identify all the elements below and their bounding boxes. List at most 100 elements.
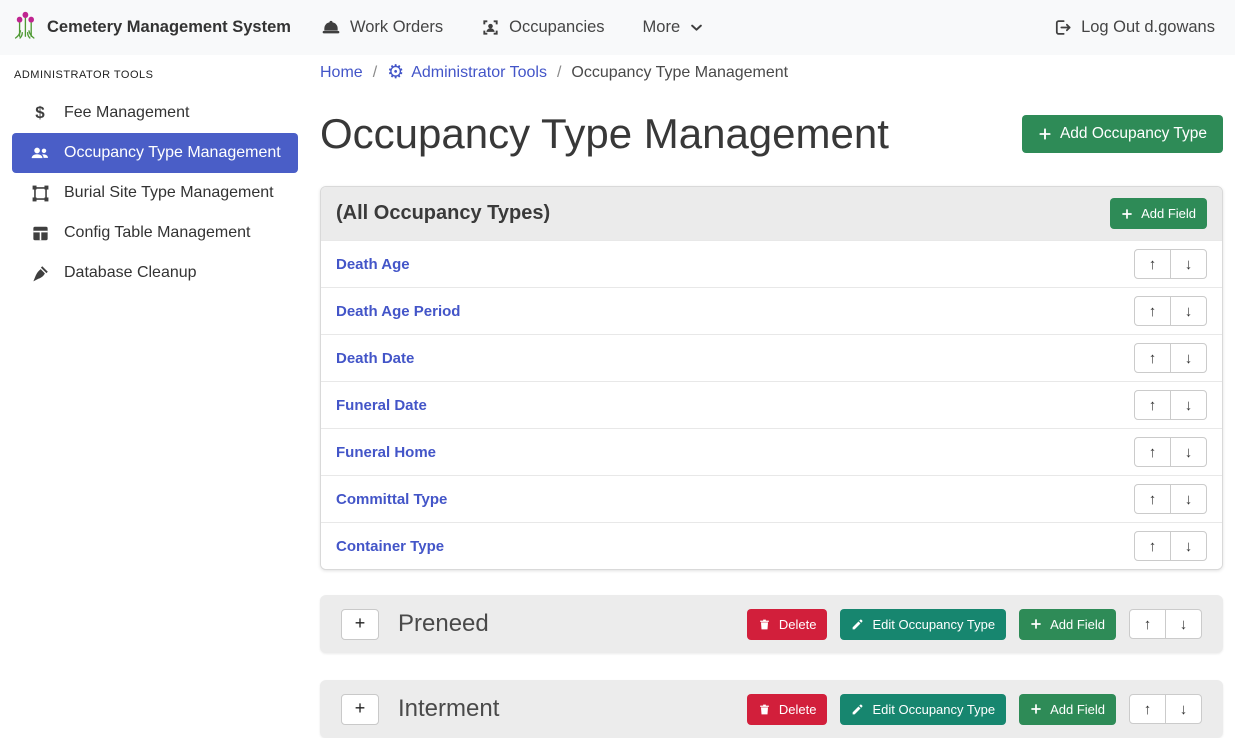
plus-icon [1121,208,1133,220]
field-link-death-age[interactable]: Death Age [336,256,410,273]
add-field-button[interactable]: Add Field [1110,198,1207,229]
plus-icon [1030,703,1042,715]
sidebar-item-fee-management[interactable]: $Fee Management [12,93,298,133]
field-link-committal-type[interactable]: Committal Type [336,491,447,508]
field-row-container-type: Container Type↑↓ [321,522,1222,569]
sidebar-item-occupancy-type-management[interactable]: Occupancy Type Management [12,133,298,173]
reorder-button-group: ↑↓ [1134,531,1207,561]
move-down-button[interactable]: ↓ [1170,249,1207,279]
logout-label: Log Out d.gowans [1081,18,1215,37]
users-icon [29,143,51,163]
tulip-logo-icon [12,11,37,45]
arrow-up-icon: ↑ [1149,303,1157,320]
sidebar: ADMINISTRATOR TOOLS $Fee ManagementOccup… [0,55,310,293]
move-up-button[interactable]: ↑ [1129,694,1166,724]
add-field-label: Add Field [1141,206,1196,221]
reorder-button-group: ↑↓ [1129,609,1202,639]
move-down-button[interactable]: ↓ [1165,609,1202,639]
edit-occupancy-type-button[interactable]: Edit Occupancy Type [840,694,1006,725]
section-header-interment: +IntermentDeleteEdit Occupancy TypeAdd F… [320,680,1223,738]
field-row-funeral-date: Funeral Date ↑↓ [321,381,1222,428]
main-content: Home/⚙Administrator Tools/Occupancy Type… [310,55,1235,738]
move-up-button[interactable]: ↑ [1134,484,1171,514]
breadcrumb-link-home[interactable]: Home [320,64,363,82]
add-field-button-label: Add Field [1050,617,1105,632]
move-down-button[interactable]: ↓ [1170,390,1207,420]
top-navbar: Cemetery Management System Work Orders Oc… [0,0,1235,55]
nav-item-work-orders[interactable]: Work Orders [321,18,443,38]
section-header-preneed: +PreneedDeleteEdit Occupancy TypeAdd Fie… [320,595,1223,653]
arrow-down-icon: ↓ [1185,303,1193,320]
delete-button[interactable]: Delete [747,694,828,725]
add-field-button-label: Add Field [1050,702,1105,717]
arrow-up-icon: ↑ [1149,256,1157,273]
edit-occupancy-type-button-label: Edit Occupancy Type [872,702,995,717]
arrow-up-icon: ↑ [1149,444,1157,461]
move-up-button[interactable]: ↑ [1134,296,1171,326]
breadcrumb-label: Home [320,64,363,82]
all-occupancy-types-header: (All Occupancy Types) Add Field [321,187,1222,240]
edit-occupancy-type-button[interactable]: Edit Occupancy Type [840,609,1006,640]
plus-icon [1038,127,1052,141]
move-up-button[interactable]: ↑ [1134,390,1171,420]
arrow-down-icon: ↓ [1185,444,1193,461]
field-link-funeral-date[interactable]: Funeral Date [336,397,427,414]
add-field-button[interactable]: Add Field [1019,609,1116,640]
logout-icon [1053,18,1072,37]
move-down-button[interactable]: ↓ [1170,343,1207,373]
move-down-button[interactable]: ↓ [1170,484,1207,514]
sidebar-item-label: Fee Management [64,104,189,122]
breadcrumb: Home/⚙Administrator Tools/Occupancy Type… [320,63,1223,82]
delete-button[interactable]: Delete [747,609,828,640]
move-up-button[interactable]: ↑ [1134,249,1171,279]
field-link-funeral-home[interactable]: Funeral Home [336,444,436,461]
section-actions: DeleteEdit Occupancy TypeAdd Field↑↓ [747,609,1202,640]
sidebar-item-label: Burial Site Type Management [64,184,274,202]
nav-item-label: More [643,18,681,37]
sidebar-item-config-table-management[interactable]: Config Table Management [12,213,298,253]
expand-button[interactable]: + [341,694,379,725]
card-title: (All Occupancy Types) [336,202,550,225]
gear-icon: ⚙ [387,63,404,82]
add-occupancy-type-button[interactable]: Add Occupancy Type [1022,115,1223,153]
arrow-down-icon: ↓ [1180,616,1188,633]
frame-icon [29,184,51,203]
move-down-button[interactable]: ↓ [1170,437,1207,467]
arrow-down-icon: ↓ [1185,350,1193,367]
field-link-death-age-period[interactable]: Death Age Period [336,303,460,320]
add-field-button[interactable]: Add Field [1019,694,1116,725]
breadcrumb-link-administrator-tools[interactable]: ⚙Administrator Tools [387,63,547,82]
nav-item-occupancies[interactable]: Occupancies [481,18,604,38]
field-link-death-date[interactable]: Death Date [336,350,414,367]
expand-button[interactable]: + [341,609,379,640]
sidebar-item-database-cleanup[interactable]: Database Cleanup [12,253,298,293]
nav-item-more[interactable]: More [643,18,705,38]
arrow-up-icon: ↑ [1149,350,1157,367]
arrow-down-icon: ↓ [1185,256,1193,273]
move-down-button[interactable]: ↓ [1170,296,1207,326]
field-row-funeral-home: Funeral Home↑↓ [321,428,1222,475]
pencil-icon [851,618,864,631]
sidebar-item-label: Database Cleanup [64,264,197,282]
move-up-button[interactable]: ↑ [1129,609,1166,639]
brand-title: Cemetery Management System [47,18,291,37]
breadcrumb-separator: / [373,64,377,82]
field-row-death-age-period: Death Age Period ↑ ↓ [321,287,1222,334]
section-actions: Delete Edit Occupancy Type Add Field ↑↓ [747,694,1202,725]
move-up-button[interactable]: ↑ [1134,437,1171,467]
sidebar-item-burial-site-type-management[interactable]: Burial Site Type Management [12,173,298,213]
brand-link[interactable]: Cemetery Management System [12,11,291,45]
move-down-button[interactable]: ↓ [1170,531,1207,561]
add-occupancy-type-label: Add Occupancy Type [1060,125,1207,143]
field-row-death-date: Death Date ↑ ↓ [321,334,1222,381]
logout-button[interactable]: Log Out d.gowans [1053,18,1215,37]
reorder-button-group: ↑↓ [1134,437,1207,467]
move-up-button[interactable]: ↑ [1134,531,1171,561]
arrow-down-icon: ↓ [1185,538,1193,555]
move-down-button[interactable]: ↓ [1165,694,1202,724]
move-up-button[interactable]: ↑ [1134,343,1171,373]
frame-user-icon [481,18,500,37]
delete-button-label: Delete [779,702,817,717]
helmet-icon [321,18,341,38]
field-link-container-type[interactable]: Container Type [336,538,444,555]
